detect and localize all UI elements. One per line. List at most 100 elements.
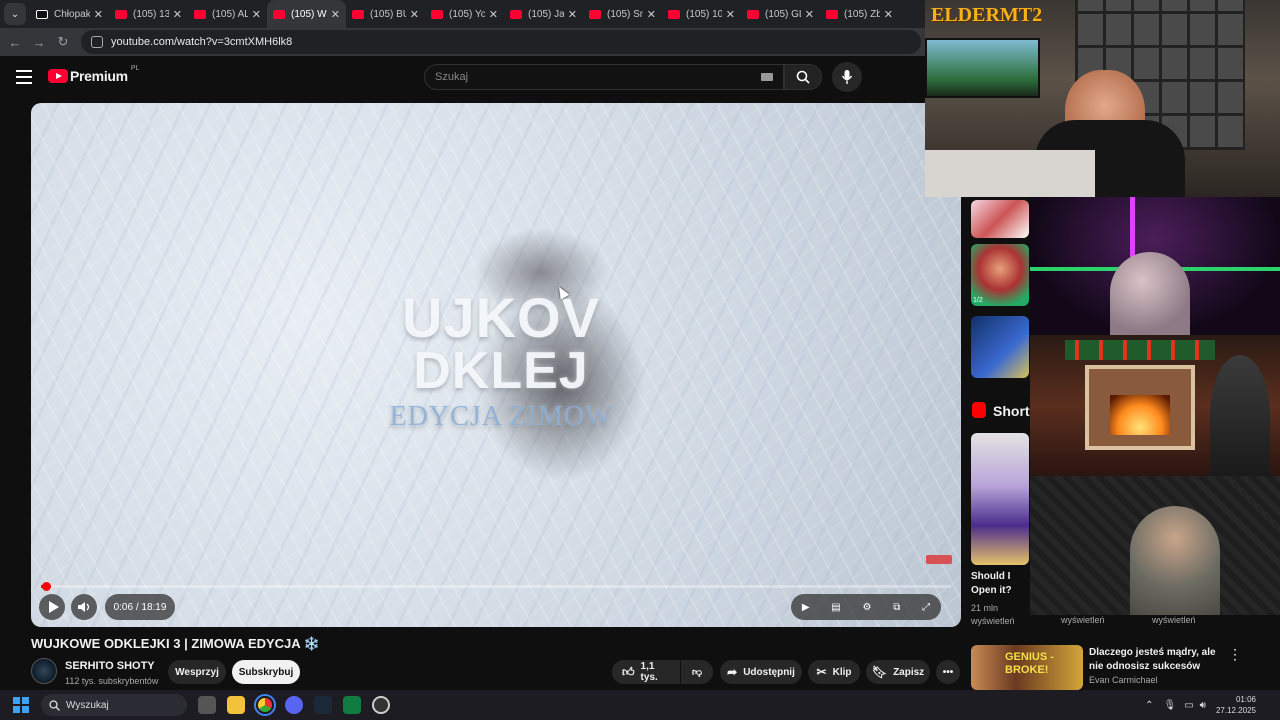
- more-options-icon[interactable]: ⋮: [1228, 646, 1242, 663]
- short-thumbnail[interactable]: [971, 433, 1029, 565]
- subscriber-count: 112 tys. subskrybentów: [65, 676, 159, 686]
- network-icon[interactable]: ▭: [1184, 700, 1193, 711]
- microphone-icon[interactable]: 🎙︎: [1163, 700, 1176, 711]
- settings-icon[interactable]: ⚙: [862, 602, 871, 613]
- autoplay-icon[interactable]: ▶: [802, 602, 810, 613]
- browser-tab[interactable]: Chłopaki ✕: [30, 0, 109, 28]
- back-icon[interactable]: ←: [3, 30, 27, 54]
- right-controls: ▶ ▤ ⚙ ⧉ ⤢: [791, 594, 941, 620]
- volume-icon[interactable]: 🔊︎: [1200, 700, 1206, 711]
- like-button[interactable]: 👍︎ 1,1 tys.: [612, 660, 680, 684]
- sidebar-thumbnail[interactable]: [971, 316, 1029, 378]
- microphone-icon: [841, 70, 853, 84]
- progress-bar[interactable]: [41, 582, 951, 591]
- save-button[interactable]: 🔖︎ Zapisz: [866, 660, 930, 684]
- tab-search-button[interactable]: ⌄: [4, 3, 26, 25]
- youtube-logo[interactable]: Premium PL: [48, 65, 139, 84]
- close-tab-icon[interactable]: ✕: [94, 8, 103, 21]
- close-tab-icon[interactable]: ✕: [410, 8, 419, 21]
- browser-tab[interactable]: (105) 10 ✕: [662, 0, 741, 28]
- keyboard-icon[interactable]: [761, 73, 773, 81]
- subscribe-button[interactable]: Subskrybuj: [232, 660, 300, 684]
- browser-tab-active[interactable]: (105) W ✕: [267, 0, 346, 28]
- close-tab-icon[interactable]: ✕: [331, 8, 340, 21]
- sidebar-thumbnail[interactable]: [971, 200, 1029, 238]
- browser-tab[interactable]: (105) Jal ✕: [504, 0, 583, 28]
- site-settings-icon[interactable]: [91, 36, 103, 48]
- miniplayer-icon[interactable]: ⧉: [893, 602, 900, 613]
- forward-icon[interactable]: →: [27, 30, 51, 54]
- aquarium: [925, 38, 1040, 98]
- browser-tab[interactable]: (105) Zb ✕: [820, 0, 899, 28]
- taskbar-search[interactable]: Wyszukaj: [41, 694, 187, 716]
- support-button[interactable]: Wesprzyj: [168, 660, 226, 684]
- browser-tab[interactable]: (105) AL ✕: [188, 0, 267, 28]
- bookmark-icon: 🔖︎: [871, 665, 888, 679]
- close-tab-icon[interactable]: ✕: [252, 8, 261, 21]
- close-tab-icon[interactable]: ✕: [805, 8, 814, 21]
- share-button[interactable]: ➦ Udostępnij: [720, 660, 802, 684]
- url-text: youtube.com/watch?v=3cmtXMH6lk8: [111, 36, 293, 48]
- discord-icon[interactable]: [285, 696, 303, 714]
- chevron-up-icon[interactable]: ⌃: [1145, 700, 1153, 711]
- short-title[interactable]: Should I Open it? Or...: [971, 570, 1031, 598]
- scissors-icon: ✂: [816, 665, 827, 679]
- reload-icon[interactable]: ↻: [51, 30, 75, 54]
- channel-name[interactable]: SERHITO SHOTY: [65, 660, 155, 672]
- subtitles-icon[interactable]: ▤: [831, 602, 840, 613]
- search-button[interactable]: [784, 64, 822, 90]
- fullscreen-icon[interactable]: ⤢: [922, 602, 930, 613]
- excel-icon[interactable]: [343, 696, 361, 714]
- windows-start-icon[interactable]: [13, 697, 29, 713]
- browser-tab[interactable]: (105) Yo ✕: [425, 0, 504, 28]
- play-icon: [48, 601, 59, 613]
- menu-icon[interactable]: [16, 70, 32, 84]
- close-tab-icon[interactable]: ✕: [568, 8, 577, 21]
- close-tab-icon[interactable]: ✕: [489, 8, 498, 21]
- close-tab-icon[interactable]: ✕: [726, 8, 735, 21]
- chrome-icon[interactable]: [256, 696, 274, 714]
- youtube-icon: [668, 9, 680, 19]
- browser-tab[interactable]: (105) BU✕: [346, 0, 425, 28]
- file-explorer-icon[interactable]: [227, 696, 245, 714]
- browser-tab[interactable]: (105) Sm✕: [583, 0, 662, 28]
- clip-button[interactable]: ✂ Klip: [808, 660, 860, 684]
- channel-watermark[interactable]: [926, 555, 952, 564]
- dislike-button[interactable]: 👎︎: [681, 660, 713, 684]
- app-icon[interactable]: [372, 696, 390, 714]
- search-input[interactable]: Szukaj: [424, 64, 784, 90]
- sidebar-thumbnail[interactable]: 1/2: [971, 244, 1029, 306]
- play-button[interactable]: [39, 594, 65, 620]
- voice-search-button[interactable]: [832, 62, 862, 92]
- close-tab-icon[interactable]: ✕: [647, 8, 656, 21]
- streamer-logo: ELDERMT2: [931, 4, 1043, 26]
- scrubber-handle[interactable]: [41, 582, 51, 591]
- recommended-channel[interactable]: Evan Carmichael: [1089, 675, 1158, 685]
- guest-figure: [1110, 252, 1190, 335]
- browser-tab[interactable]: (105) GL ✕: [741, 0, 820, 28]
- task-view-icon[interactable]: [198, 696, 216, 714]
- tiktok-icon: [36, 9, 48, 19]
- volume-button[interactable]: [71, 594, 97, 620]
- fire: [1110, 395, 1170, 435]
- close-tab-icon[interactable]: ✕: [173, 8, 182, 21]
- recommended-thumbnail[interactable]: GENIUS - BROKE!: [971, 645, 1083, 690]
- url-field[interactable]: youtube.com/watch?v=3cmtXMH6lk8: [81, 30, 921, 54]
- video-title: WUJKOWE ODKLEJKI 3 | ZIMOWA EDYCJA ❄️: [31, 636, 320, 651]
- more-actions-button[interactable]: •••: [936, 660, 960, 684]
- webcam-guest-3: [1030, 476, 1280, 615]
- webcam-guest-2: [1030, 335, 1280, 476]
- windows-taskbar: Wyszukaj ⌃ 🎙︎ ▭ 🔊︎ 01:06 27.12.2025: [0, 690, 1280, 720]
- volume-icon: [78, 602, 90, 612]
- recommended-title[interactable]: Dlaczego jesteś mądry, ale nie odnosisz …: [1089, 646, 1219, 674]
- browser-tab[interactable]: (105) 13 ✕: [109, 0, 188, 28]
- system-tray: ⌃ 🎙︎ ▭ 🔊︎ 01:06 27.12.2025: [1145, 690, 1256, 720]
- steam-icon[interactable]: [314, 696, 332, 714]
- channel-avatar[interactable]: [31, 658, 57, 684]
- youtube-icon: [352, 9, 364, 19]
- video-player[interactable]: UJKOV DKLEJ EDYCJA ZIMOW 0:06 / 18:19 ▶ …: [31, 103, 961, 627]
- taskbar-clock[interactable]: 01:06 27.12.2025: [1216, 694, 1256, 716]
- close-tab-icon[interactable]: ✕: [884, 8, 893, 21]
- short-views: wyświetleń: [1152, 615, 1196, 625]
- youtube-icon: [826, 9, 838, 19]
